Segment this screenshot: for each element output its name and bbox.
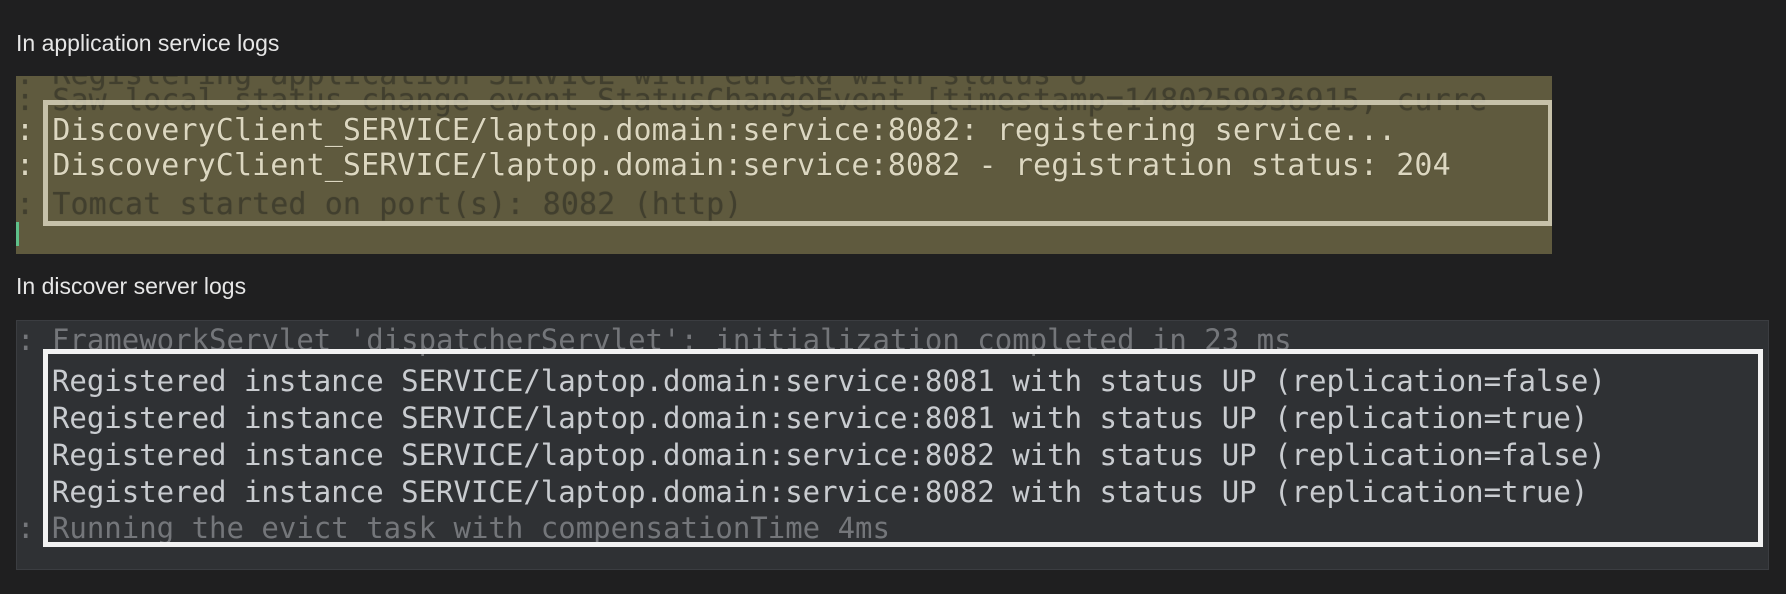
- highlight-box: [43, 100, 1552, 226]
- application-log-screenshot: : Registering application SERVICE with e…: [16, 76, 1552, 254]
- gutter-marker: [16, 222, 19, 246]
- page: In application service logs : Registerin…: [0, 0, 1786, 594]
- discover-log-screenshot: : FrameworkServlet 'dispatcherServlet': …: [16, 320, 1769, 570]
- highlight-box: [43, 349, 1763, 547]
- discover-logs-heading: In discover server logs: [16, 273, 247, 299]
- application-logs-heading: In application service logs: [16, 30, 280, 56]
